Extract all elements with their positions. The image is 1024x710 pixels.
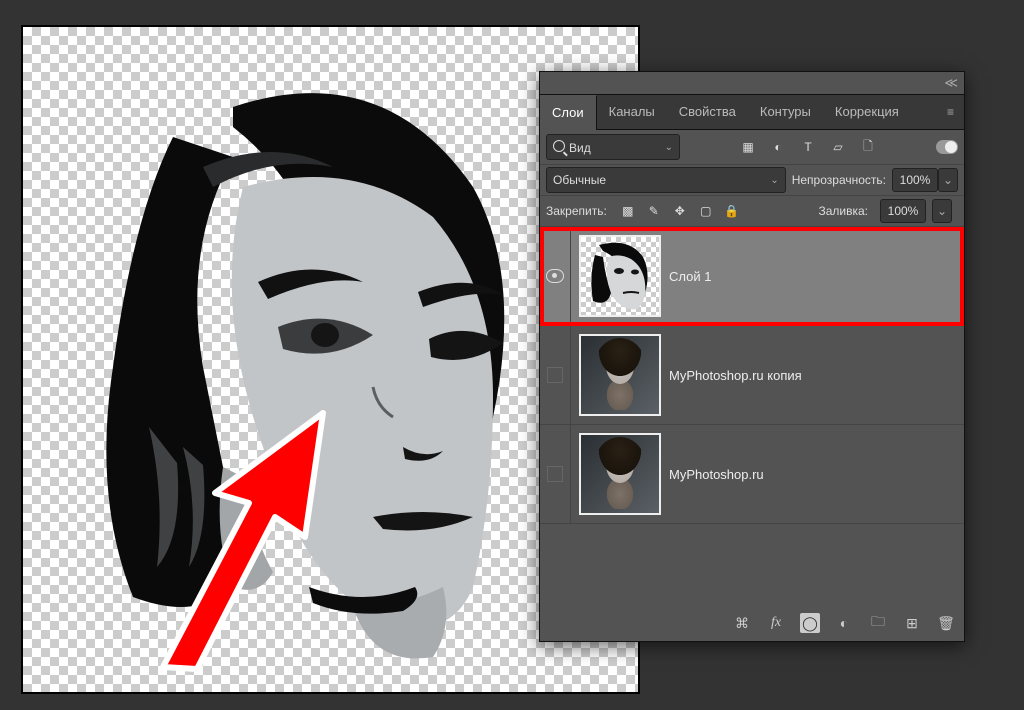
mask-icon[interactable]: ◯ [800, 613, 820, 633]
visibility-checkbox[interactable] [547, 466, 563, 482]
blend-mode-dropdown[interactable]: Обычные ⌄ [546, 167, 786, 193]
blend-mode-label: Обычные [553, 173, 606, 187]
layers-list: Слой 1 MyPhotoshop.ru копия MyPhotoshop.… [540, 227, 964, 524]
lock-all-icon[interactable]: 🔒 [723, 202, 741, 220]
fill-label: Заливка: [818, 204, 868, 218]
layer-thumbnail[interactable] [579, 334, 661, 416]
filter-icons-group: ▦ ◐ T ▱ 🗋 [739, 138, 877, 156]
layers-panel: ≪ Слои Каналы Свойства Контуры Коррекция… [539, 71, 965, 642]
group-icon[interactable]: 🗀 [868, 613, 888, 633]
lock-brush-icon[interactable]: ✎ [645, 202, 663, 220]
filter-row: Вид ⌄ ▦ ◐ T ▱ 🗋 [540, 130, 964, 165]
new-layer-icon[interactable]: ⊞ [902, 613, 922, 633]
layer-name[interactable]: MyPhotoshop.ru копия [669, 368, 964, 383]
panel-collapse-icon[interactable]: ≪ [938, 75, 964, 91]
search-icon [553, 140, 565, 152]
lock-row: Закрепить: ▩ ✎ ✥ ▢ 🔒 Заливка: 100% ⌄ [540, 196, 964, 227]
tab-channels[interactable]: Каналы [597, 95, 667, 129]
fill-chevron[interactable]: ⌄ [932, 199, 952, 223]
opacity-label: Непрозрачность: [792, 173, 886, 187]
filter-dropdown-label: Вид [569, 141, 591, 155]
visibility-checkbox[interactable] [547, 367, 563, 383]
tab-adjustments[interactable]: Коррекция [823, 95, 911, 129]
link-icon[interactable]: ⌘ [732, 613, 752, 633]
filter-shape-icon[interactable]: ▱ [829, 138, 847, 156]
lock-artboard-icon[interactable]: ▢ [697, 202, 715, 220]
filter-adjust-icon[interactable]: ◐ [769, 138, 787, 156]
filter-toggle[interactable] [936, 140, 958, 154]
blend-opacity-row: Обычные ⌄ Непрозрачность: 100% ⌄ [540, 165, 964, 196]
eye-icon[interactable] [546, 269, 564, 283]
opacity-value[interactable]: 100% [892, 168, 938, 192]
layer-thumbnail[interactable] [579, 235, 661, 317]
layer-filter-dropdown[interactable]: Вид ⌄ [546, 134, 680, 160]
fx-icon[interactable]: fx [766, 613, 786, 633]
red-arrow-annotation [153, 407, 363, 677]
lock-position-icon[interactable]: ✥ [671, 202, 689, 220]
layer-name[interactable]: MyPhotoshop.ru [669, 467, 964, 482]
delete-icon[interactable]: 🗑 [936, 613, 956, 633]
panel-menu-icon[interactable]: ≡ [937, 105, 964, 119]
visibility-column [540, 227, 571, 325]
visibility-column [540, 326, 571, 424]
layer-name[interactable]: Слой 1 [669, 269, 964, 284]
layer-row[interactable]: MyPhotoshop.ru копия [540, 326, 964, 425]
lock-icons-group: ▩ ✎ ✥ ▢ 🔒 [619, 202, 741, 220]
layers-footer-icons: ⌘ fx ◯ ◐ 🗀 ⊞ 🗑 [732, 613, 956, 633]
lock-transparency-icon[interactable]: ▩ [619, 202, 637, 220]
visibility-column [540, 425, 571, 523]
opacity-chevron[interactable]: ⌄ [938, 168, 958, 192]
panel-titlebar[interactable]: ≪ [540, 72, 964, 95]
filter-pixel-icon[interactable]: ▦ [739, 138, 757, 156]
adjustment-icon[interactable]: ◐ [834, 613, 854, 633]
filter-smartobj-icon[interactable]: 🗋 [859, 138, 877, 156]
tab-properties[interactable]: Свойства [667, 95, 748, 129]
tab-layers[interactable]: Слои [540, 95, 597, 130]
layer-row[interactable]: MyPhotoshop.ru [540, 425, 964, 524]
chevron-down-icon: ⌄ [665, 142, 673, 153]
layer-thumbnail[interactable] [579, 433, 661, 515]
filter-type-icon[interactable]: T [799, 138, 817, 156]
fill-value[interactable]: 100% [880, 199, 926, 223]
panel-tabs: Слои Каналы Свойства Контуры Коррекция ≡ [540, 95, 964, 130]
layer-row[interactable]: Слой 1 [540, 227, 964, 326]
tab-paths[interactable]: Контуры [748, 95, 823, 129]
lock-label: Закрепить: [546, 204, 607, 218]
chevron-down-icon: ⌄ [770, 175, 778, 186]
